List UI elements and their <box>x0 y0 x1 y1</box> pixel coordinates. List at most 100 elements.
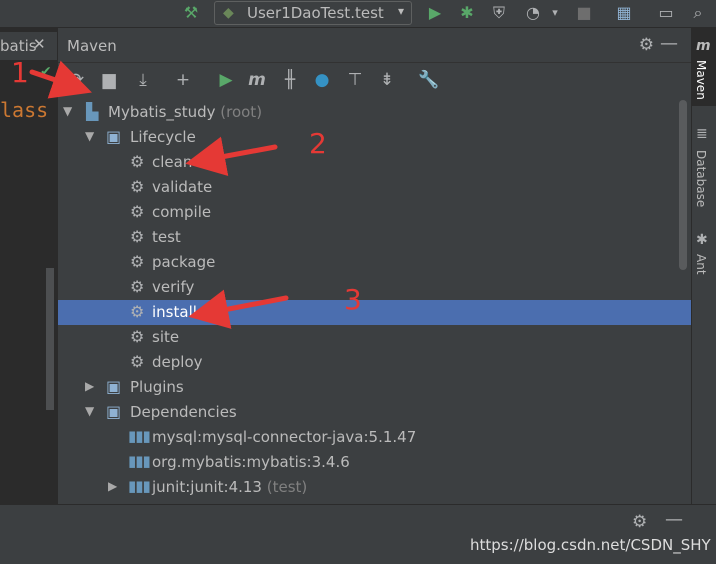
gear-icon: ⚙ <box>130 177 145 196</box>
dependency-item[interactable]: ▮▮▮ org.mybatis:mybatis:3.4.6 <box>58 450 691 475</box>
project-structure-icon[interactable]: ▦ <box>614 3 634 23</box>
test-config-icon: ◆ <box>223 5 234 21</box>
build-hammer-icon[interactable]: ⚒ <box>181 3 201 23</box>
editor-scrollbar[interactable] <box>46 268 54 410</box>
chevron-down-icon: ▾ <box>397 4 404 18</box>
lifecycle-goal-verify[interactable]: ⚙ verify <box>58 275 691 300</box>
dependencies-label: Dependencies <box>130 403 237 421</box>
dependency-label: junit:junit:4.13 <box>152 478 262 496</box>
expand-arrow-icon[interactable]: ▼ <box>85 404 94 418</box>
run-icon[interactable]: ▶ <box>215 69 237 91</box>
maven-panel-header: Maven ⚙ — <box>58 30 691 63</box>
lifecycle-goal-deploy[interactable]: ⚙ deploy <box>58 350 691 375</box>
annotation-number-1: 1 <box>11 56 29 89</box>
goal-label: deploy <box>152 353 203 371</box>
maven-project-tree: ▼ ▙ Mybatis_study (root) ▼ ▣ Lifecycle ⚙… <box>58 98 691 504</box>
plugins-label: Plugins <box>130 378 184 396</box>
bottom-tool-panel: ⚙ — https://blog.csdn.net/CSDN_SHY <box>0 504 716 564</box>
watermark-text: https://blog.csdn.net/CSDN_SHY <box>470 536 711 554</box>
expand-arrow-icon[interactable]: ▼ <box>63 104 72 118</box>
collapsed-arrow-icon[interactable]: ▶ <box>85 379 94 393</box>
lifecycle-goal-install[interactable]: ⚙ install <box>58 300 691 325</box>
root-label: Mybatis_study <box>108 103 216 121</box>
run-icon[interactable]: ▶ <box>425 3 445 23</box>
tree-node-lifecycle[interactable]: ▼ ▣ Lifecycle <box>58 125 691 150</box>
gear-icon: ⚙ <box>130 152 145 171</box>
stop-icon[interactable]: ■ <box>574 3 594 23</box>
wrench-icon[interactable]: 🔧 <box>418 69 440 91</box>
maven-toolbar: ⟳ ▆ ⤓ + ▶ m ╫ ● ⊤ ⇟ 🔧 <box>58 63 691 97</box>
tool-tab-maven[interactable]: m Maven <box>692 28 716 106</box>
coverage-shield-icon[interactable]: ⛨ <box>489 3 509 23</box>
minimize-icon[interactable]: — <box>665 509 683 530</box>
lifecycle-goal-compile[interactable]: ⚙ compile <box>58 200 691 225</box>
lifecycle-goal-test[interactable]: ⚙ test <box>58 225 691 250</box>
search-icon[interactable]: ⌕ <box>688 3 708 23</box>
dependency-label: mysql:mysql-connector-java:5.1.47 <box>152 428 417 446</box>
collapsed-arrow-icon[interactable]: ▶ <box>108 479 117 493</box>
goal-label: validate <box>152 178 213 196</box>
toggle-offline-icon[interactable]: ╫ <box>279 69 301 91</box>
tree-node-root[interactable]: ▼ ▙ Mybatis_study (root) <box>58 100 691 125</box>
tool-tab-label: Ant <box>694 254 708 275</box>
gear-icon: ⚙ <box>130 327 145 346</box>
gear-icon: ⚙ <box>130 252 145 271</box>
tree-node-plugins[interactable]: ▶ ▣ Plugins <box>58 375 691 400</box>
maven-m-icon: m <box>696 38 711 54</box>
goal-label: verify <box>152 278 195 296</box>
goal-label: site <box>152 328 180 346</box>
lifecycle-goal-clean[interactable]: ⚙ clean <box>58 150 691 175</box>
goal-label: install <box>152 303 197 321</box>
run-configuration-label: User1DaoTest.test <box>247 4 384 22</box>
annotation-number-2: 2 <box>309 127 327 160</box>
tree-scrollbar[interactable] <box>679 100 687 270</box>
maven-goal-icon[interactable]: m <box>246 69 268 91</box>
editor-code-text[interactable]: lass <box>0 98 48 122</box>
gear-icon: ⚙ <box>130 352 145 371</box>
gear-icon[interactable]: ⚙ <box>632 512 647 532</box>
inspection-ok-icon: ✔ <box>40 64 52 80</box>
dependency-label: org.mybatis:mybatis:3.4.6 <box>152 453 350 471</box>
profile-chevron-icon[interactable]: ▾ <box>545 3 565 23</box>
editor-tab-label: batis <box>0 37 37 55</box>
download-icon[interactable]: ⤓ <box>132 69 154 91</box>
database-icon: ≣ <box>696 126 708 142</box>
lifecycle-folder-icon: ▣ <box>106 127 122 146</box>
tool-tab-label: Maven <box>694 60 708 100</box>
dependencies-folder-icon: ▣ <box>106 402 122 421</box>
debug-bug-icon[interactable]: ✱ <box>457 3 477 23</box>
skip-tests-icon[interactable]: ● <box>311 69 333 91</box>
goal-label: package <box>152 253 216 271</box>
terminal-icon[interactable]: ▭ <box>656 3 676 23</box>
goal-label: compile <box>152 203 212 221</box>
panel-title: Maven <box>67 37 117 55</box>
dependency-scope: (test) <box>261 478 308 496</box>
minimize-icon[interactable]: — <box>660 33 678 54</box>
right-tool-strip: m Maven ≣ Database ✱ Ant <box>691 28 716 504</box>
library-icon: ▮▮▮ <box>128 477 151 495</box>
expand-arrow-icon[interactable]: ▼ <box>85 129 94 143</box>
ant-icon: ✱ <box>696 232 708 248</box>
goal-label: test <box>152 228 181 246</box>
lifecycle-goal-validate[interactable]: ⚙ validate <box>58 175 691 200</box>
generate-sources-icon[interactable]: ▆ <box>98 69 120 91</box>
goal-label: clean <box>152 153 193 171</box>
tree-node-dependencies[interactable]: ▼ ▣ Dependencies <box>58 400 691 425</box>
run-configuration-dropdown[interactable]: ◆ User1DaoTest.test ▾ <box>214 1 412 25</box>
dependency-item[interactable]: ▶ ▮▮▮ junit:junit:4.13 (test) <box>58 475 691 500</box>
gear-icon: ⚙ <box>130 227 145 246</box>
gear-icon: ⚙ <box>130 202 145 221</box>
refresh-icon[interactable]: ⟳ <box>66 69 88 91</box>
gear-icon: ⚙ <box>130 277 145 296</box>
lifecycle-label: Lifecycle <box>130 128 196 146</box>
lifecycle-goal-package[interactable]: ⚙ package <box>58 250 691 275</box>
close-icon[interactable]: ✕ <box>33 35 46 53</box>
dependency-item[interactable]: ▮▮▮ mysql:mysql-connector-java:5.1.47 <box>58 425 691 450</box>
collapse-all-icon[interactable]: ⇟ <box>376 69 398 91</box>
show-dependencies-icon[interactable]: ⊤ <box>344 69 366 91</box>
gear-icon[interactable]: ⚙ <box>639 35 654 55</box>
maven-module-icon: ▙ <box>86 102 99 121</box>
add-icon[interactable]: + <box>172 69 194 91</box>
profile-icon[interactable]: ◔ <box>523 3 543 23</box>
lifecycle-goal-site[interactable]: ⚙ site <box>58 325 691 350</box>
